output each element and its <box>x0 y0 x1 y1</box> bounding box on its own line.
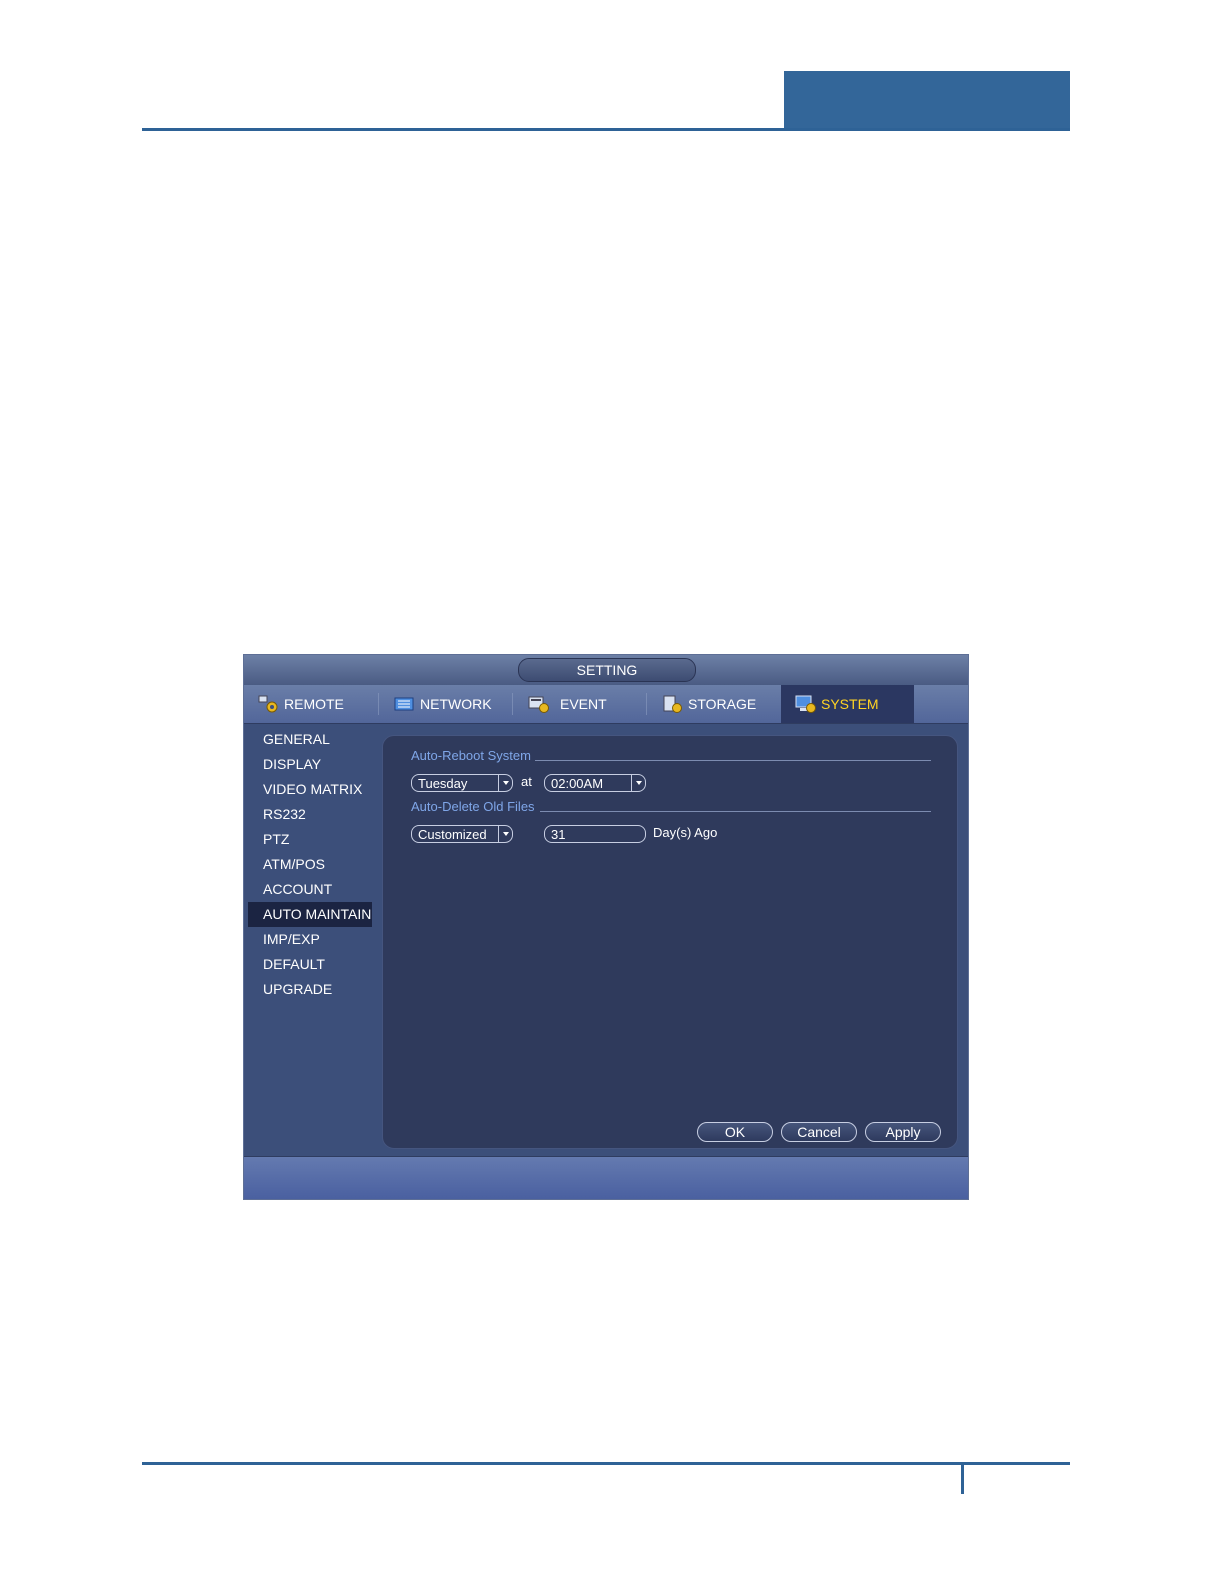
tab-event[interactable]: EVENT <box>528 685 646 723</box>
sidebar-item-general[interactable]: GENERAL <box>248 727 372 752</box>
tab-remote[interactable]: REMOTE <box>258 685 378 723</box>
sidebar-item-auto-maintain[interactable]: AUTO MAINTAIN <box>248 902 372 927</box>
tab-separator <box>378 693 379 715</box>
header-rule <box>142 128 1070 131</box>
content-panel: Auto-Reboot System Tuesday at 02:00AM Au… <box>382 735 958 1149</box>
chevron-down-icon <box>631 775 645 791</box>
reboot-time-select[interactable]: 02:00AM <box>544 774 646 792</box>
sidebar-item-rs232[interactable]: RS232 <box>248 802 372 827</box>
sidebar-item-imp-exp[interactable]: IMP/EXP <box>248 927 372 952</box>
section-divider <box>535 760 931 761</box>
status-bar <box>244 1156 968 1199</box>
tab-label: STORAGE <box>688 696 757 712</box>
sidebar-item-video-matrix[interactable]: VIDEO MATRIX <box>248 777 372 802</box>
tab-label: REMOTE <box>284 696 344 712</box>
sidebar-item-ptz[interactable]: PTZ <box>248 827 372 852</box>
tab-separator <box>512 693 513 715</box>
footer-divider <box>961 1462 964 1494</box>
auto-delete-title: Auto-Delete Old Files <box>411 799 535 814</box>
sidebar: GENERAL DISPLAY VIDEO MATRIX RS232 PTZ A… <box>248 727 372 1002</box>
at-label: at <box>521 774 532 789</box>
system-icon <box>795 695 816 713</box>
tab-label: NETWORK <box>420 696 492 712</box>
window-title: SETTING <box>518 658 696 682</box>
delete-mode-select[interactable]: Customized <box>411 825 513 843</box>
apply-button[interactable]: Apply <box>865 1122 941 1142</box>
reboot-day-value: Tuesday <box>418 776 468 791</box>
chevron-down-icon <box>498 826 512 842</box>
sidebar-item-default[interactable]: DEFAULT <box>248 952 372 977</box>
setting-window: SETTING REMOTE NETWORK EVENT STORAGE SYS… <box>243 654 969 1200</box>
tab-separator <box>646 693 647 715</box>
sidebar-item-upgrade[interactable]: UPGRADE <box>248 977 372 1002</box>
storage-icon <box>663 695 682 713</box>
network-icon <box>394 697 414 711</box>
section-divider <box>540 811 931 812</box>
window-titlebar: SETTING <box>244 655 968 685</box>
tab-label: SYSTEM <box>821 696 879 712</box>
tab-system[interactable]: SYSTEM <box>781 685 914 723</box>
days-ago-label: Day(s) Ago <box>653 825 718 840</box>
sidebar-item-account[interactable]: ACCOUNT <box>248 877 372 902</box>
cancel-button[interactable]: Cancel <box>781 1122 857 1142</box>
reboot-time-value: 02:00AM <box>551 776 604 791</box>
ok-button[interactable]: OK <box>697 1122 773 1142</box>
remote-gear-icon <box>258 695 278 713</box>
sidebar-item-display[interactable]: DISPLAY <box>248 752 372 777</box>
header-color-block <box>784 71 1070 131</box>
delete-days-input[interactable]: 31 <box>544 825 646 843</box>
tab-storage[interactable]: STORAGE <box>662 685 780 723</box>
footer-rule <box>142 1462 1070 1465</box>
sidebar-item-atm-pos[interactable]: ATM/POS <box>248 852 372 877</box>
tab-label: EVENT <box>560 696 607 712</box>
event-icon <box>528 696 549 713</box>
reboot-day-select[interactable]: Tuesday <box>411 774 513 792</box>
tab-network[interactable]: NETWORK <box>394 685 512 723</box>
delete-mode-value: Customized <box>418 827 487 842</box>
auto-reboot-title: Auto-Reboot System <box>411 748 531 763</box>
tab-bar: REMOTE NETWORK EVENT STORAGE SYSTEM <box>244 685 968 724</box>
chevron-down-icon <box>498 775 512 791</box>
